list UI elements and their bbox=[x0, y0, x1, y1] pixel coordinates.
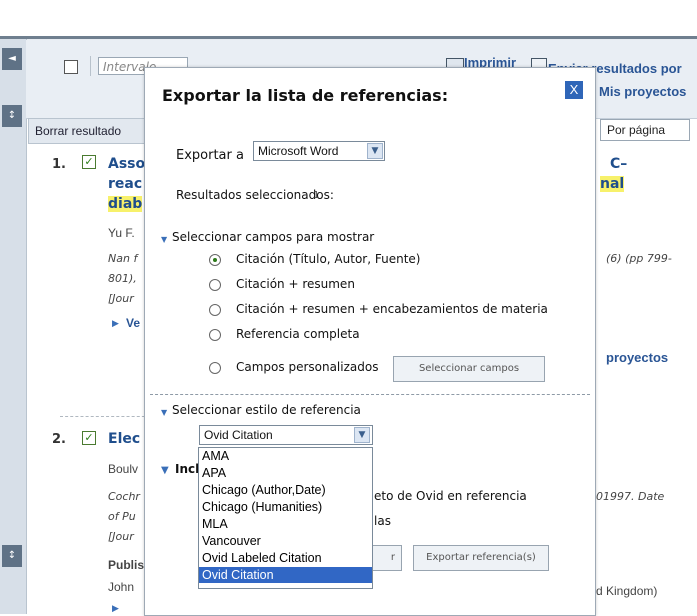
result-source-line2: of Pu bbox=[108, 510, 136, 523]
radio-full-reference[interactable] bbox=[209, 329, 221, 341]
result-source-line3: [Jour bbox=[108, 292, 134, 305]
export-button[interactable]: Exportar referencia(s) bbox=[413, 545, 549, 571]
result-source: Nan f bbox=[108, 252, 138, 265]
my-projects-link[interactable]: Mis proyectos bbox=[599, 84, 686, 99]
dialog-title: Exportar la lista de referencias: bbox=[162, 86, 449, 105]
toolbar-divider bbox=[90, 56, 91, 76]
reference-style-value: Ovid Citation bbox=[204, 428, 273, 442]
style-option-vancouver[interactable]: Vancouver bbox=[199, 533, 372, 549]
chevron-down-icon[interactable]: ▼ bbox=[354, 427, 370, 443]
result-source-cont: (6) (pp 799- bbox=[606, 252, 672, 265]
chevron-down-icon[interactable]: ▼ bbox=[367, 143, 383, 159]
triangle-down-icon[interactable]: ▼ bbox=[161, 408, 167, 417]
clear-results-button[interactable]: Borrar resultado bbox=[28, 118, 146, 144]
style-option-apa[interactable]: APA bbox=[199, 465, 372, 481]
triangle-down-icon[interactable]: ▼ bbox=[161, 235, 167, 244]
per-page-select[interactable]: Por página bbox=[600, 119, 690, 141]
select-fields-button[interactable]: Seleccionar campos bbox=[393, 356, 545, 382]
result-title-line2[interactable]: reac bbox=[108, 176, 142, 192]
select-all-checkbox[interactable] bbox=[64, 60, 78, 74]
publisher-label: Publis bbox=[108, 558, 145, 572]
view-link[interactable]: Ve bbox=[126, 316, 140, 330]
result-authors: Yu F. bbox=[108, 226, 135, 240]
triangle-down-icon[interactable]: ▼ bbox=[161, 465, 169, 476]
reference-style-select[interactable]: Ovid Citation bbox=[199, 425, 373, 445]
export-to-label: Exportar a bbox=[176, 148, 244, 163]
publisher-line-cont: d Kingdom) bbox=[596, 584, 658, 598]
radio-full-reference-label: Referencia completa bbox=[236, 327, 360, 341]
radio-citation-abstract[interactable] bbox=[209, 279, 221, 291]
result-source-cont: 01997. Date bbox=[596, 490, 665, 503]
result-source-line2: 801), bbox=[108, 272, 137, 285]
result-authors: Boulv bbox=[108, 462, 139, 476]
style-option-ovid-citation[interactable]: Ovid Citation bbox=[199, 567, 372, 583]
result-checkbox[interactable]: ✓ bbox=[82, 431, 96, 445]
result-number: 1. bbox=[52, 157, 66, 172]
result-source-line3: [Jour bbox=[108, 530, 134, 543]
selected-results-label: Resultados seleccionados: bbox=[176, 188, 334, 202]
reference-style-dropdown: AMA APA Chicago (Author,Date) Chicago (H… bbox=[198, 447, 373, 589]
include-section-label[interactable]: Incl bbox=[175, 462, 199, 476]
close-icon[interactable]: X bbox=[565, 81, 583, 99]
dialog-separator bbox=[150, 394, 590, 395]
radio-citation-abstract-subjects-label: Citación + resumen + encabezamientos de … bbox=[236, 302, 548, 316]
collapse-left-icon[interactable]: ◄ bbox=[2, 48, 22, 70]
style-option-chicago-humanities[interactable]: Chicago (Humanities) bbox=[199, 499, 372, 515]
radio-citation-abstract-label: Citación + resumen bbox=[236, 277, 355, 291]
export-format-select[interactable]: Microsoft Word bbox=[253, 141, 385, 161]
publisher-line: John bbox=[108, 580, 135, 594]
expand-icon[interactable]: ▶ bbox=[112, 604, 119, 614]
result-title[interactable]: Elec bbox=[108, 431, 140, 447]
resize-handle-icon[interactable]: ↕ bbox=[2, 105, 22, 127]
style-option-chicago-author-date[interactable]: Chicago (Author,Date) bbox=[199, 482, 372, 498]
selected-results-count: 1 bbox=[313, 190, 320, 201]
include-option-2-label: las bbox=[374, 514, 391, 528]
fields-section-label[interactable]: Seleccionar campos para mostrar bbox=[172, 230, 374, 244]
result-checkbox[interactable]: ✓ bbox=[82, 155, 96, 169]
radio-citation-abstract-subjects[interactable] bbox=[209, 304, 221, 316]
result-title-line3[interactable]: diab bbox=[108, 196, 143, 212]
result-title-cont[interactable]: C– bbox=[610, 156, 627, 172]
style-option-ovid-labeled[interactable]: Ovid Labeled Citation bbox=[199, 550, 372, 566]
add-to-projects-link[interactable]: proyectos bbox=[606, 350, 668, 365]
export-format-value: Microsoft Word bbox=[258, 144, 339, 158]
result-title-line2-cont[interactable]: nal bbox=[600, 176, 625, 192]
expand-icon[interactable]: ▶ bbox=[112, 319, 119, 329]
radio-custom-fields-label: Campos personalizados bbox=[236, 360, 379, 374]
radio-custom-fields[interactable] bbox=[209, 362, 221, 374]
result-title[interactable]: Asso bbox=[108, 156, 145, 172]
style-option-ama[interactable]: AMA bbox=[199, 448, 372, 464]
radio-citation-label: Citación (Título, Autor, Fuente) bbox=[236, 252, 421, 266]
resize-handle-bottom-icon[interactable]: ↕ bbox=[2, 545, 22, 567]
result-source: Cochr bbox=[108, 490, 140, 503]
result-number: 2. bbox=[52, 432, 66, 447]
include-option-1-label: eto de Ovid en referencia bbox=[374, 489, 527, 503]
style-option-mla[interactable]: MLA bbox=[199, 516, 372, 532]
top-band bbox=[0, 0, 697, 36]
style-section-label[interactable]: Seleccionar estilo de referencia bbox=[172, 403, 361, 417]
result-separator bbox=[60, 416, 150, 417]
radio-citation[interactable] bbox=[209, 254, 221, 266]
